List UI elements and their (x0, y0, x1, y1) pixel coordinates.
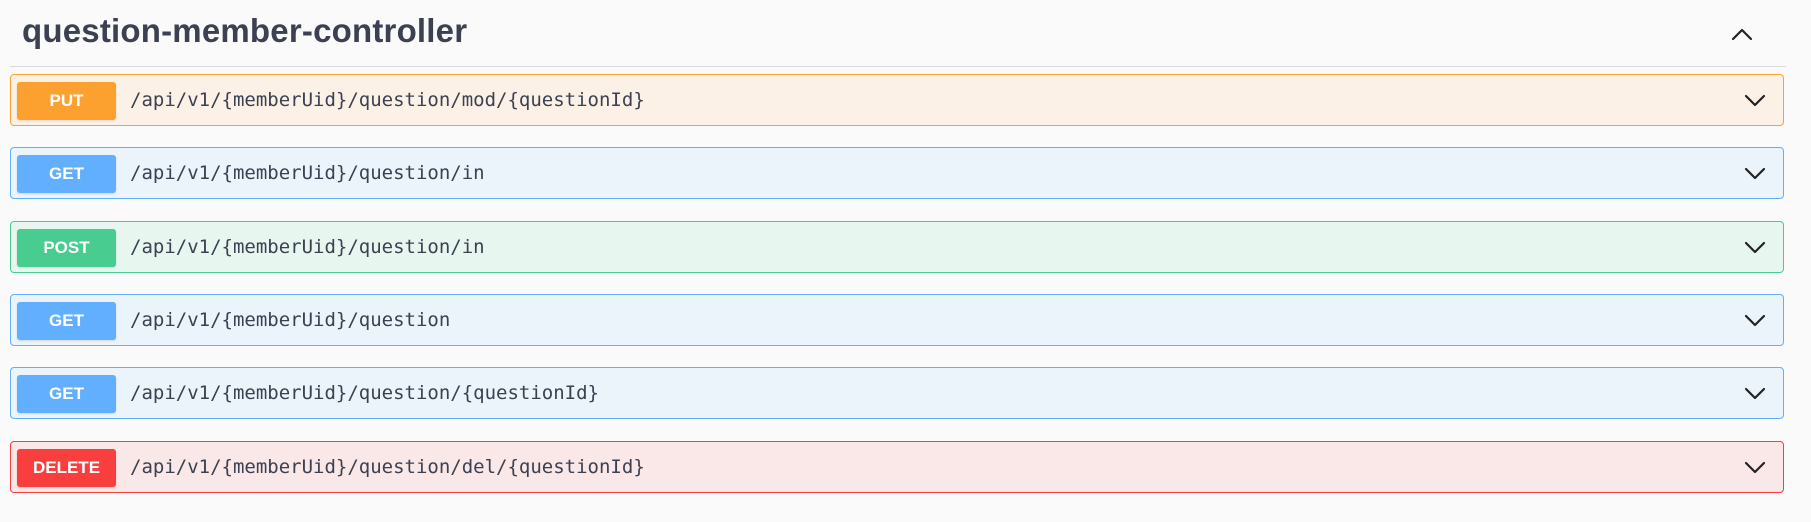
operation-path: /api/v1/{memberUid}/question (130, 309, 451, 331)
method-badge: POST (17, 229, 116, 267)
method-badge: GET (17, 302, 116, 340)
expand-button[interactable] (1741, 159, 1769, 187)
operation-path: /api/v1/{memberUid}/question/del/{questi… (130, 456, 645, 478)
operation-path: /api/v1/{memberUid}/question/{questionId… (130, 382, 599, 404)
operation-get-question[interactable]: GET /api/v1/{memberUid}/question (10, 294, 1784, 346)
collapse-button[interactable] (1726, 18, 1758, 50)
method-badge: PUT (17, 82, 116, 120)
chevron-down-icon (1744, 461, 1766, 474)
chevron-down-icon (1744, 387, 1766, 400)
method-badge: DELETE (17, 449, 116, 487)
chevron-down-icon (1744, 94, 1766, 107)
operation-get-question-by-id[interactable]: GET /api/v1/{memberUid}/question/{questi… (10, 367, 1784, 419)
chevron-down-icon (1744, 314, 1766, 327)
expand-button[interactable] (1741, 86, 1769, 114)
operation-delete-question[interactable]: DELETE /api/v1/{memberUid}/question/del/… (10, 441, 1784, 493)
chevron-down-icon (1744, 241, 1766, 254)
section-title[interactable]: question-member-controller (22, 12, 467, 50)
operation-put-question-mod[interactable]: PUT /api/v1/{memberUid}/question/mod/{qu… (10, 74, 1784, 126)
section-header[interactable]: question-member-controller (10, 0, 1786, 67)
expand-button[interactable] (1741, 453, 1769, 481)
operation-path: /api/v1/{memberUid}/question/mod/{questi… (130, 89, 645, 111)
expand-button[interactable] (1741, 379, 1769, 407)
operation-path: /api/v1/{memberUid}/question/in (130, 236, 485, 258)
question-member-controller-section: question-member-controller PUT /api/v1/{… (0, 0, 1811, 522)
expand-button[interactable] (1741, 233, 1769, 261)
expand-button[interactable] (1741, 306, 1769, 334)
chevron-down-icon (1744, 167, 1766, 180)
operation-path: /api/v1/{memberUid}/question/in (130, 162, 485, 184)
operation-post-question-in[interactable]: POST /api/v1/{memberUid}/question/in (10, 221, 1784, 273)
method-badge: GET (17, 155, 116, 193)
chevron-up-icon (1731, 28, 1753, 41)
method-badge: GET (17, 375, 116, 413)
operation-get-question-in[interactable]: GET /api/v1/{memberUid}/question/in (10, 147, 1784, 199)
